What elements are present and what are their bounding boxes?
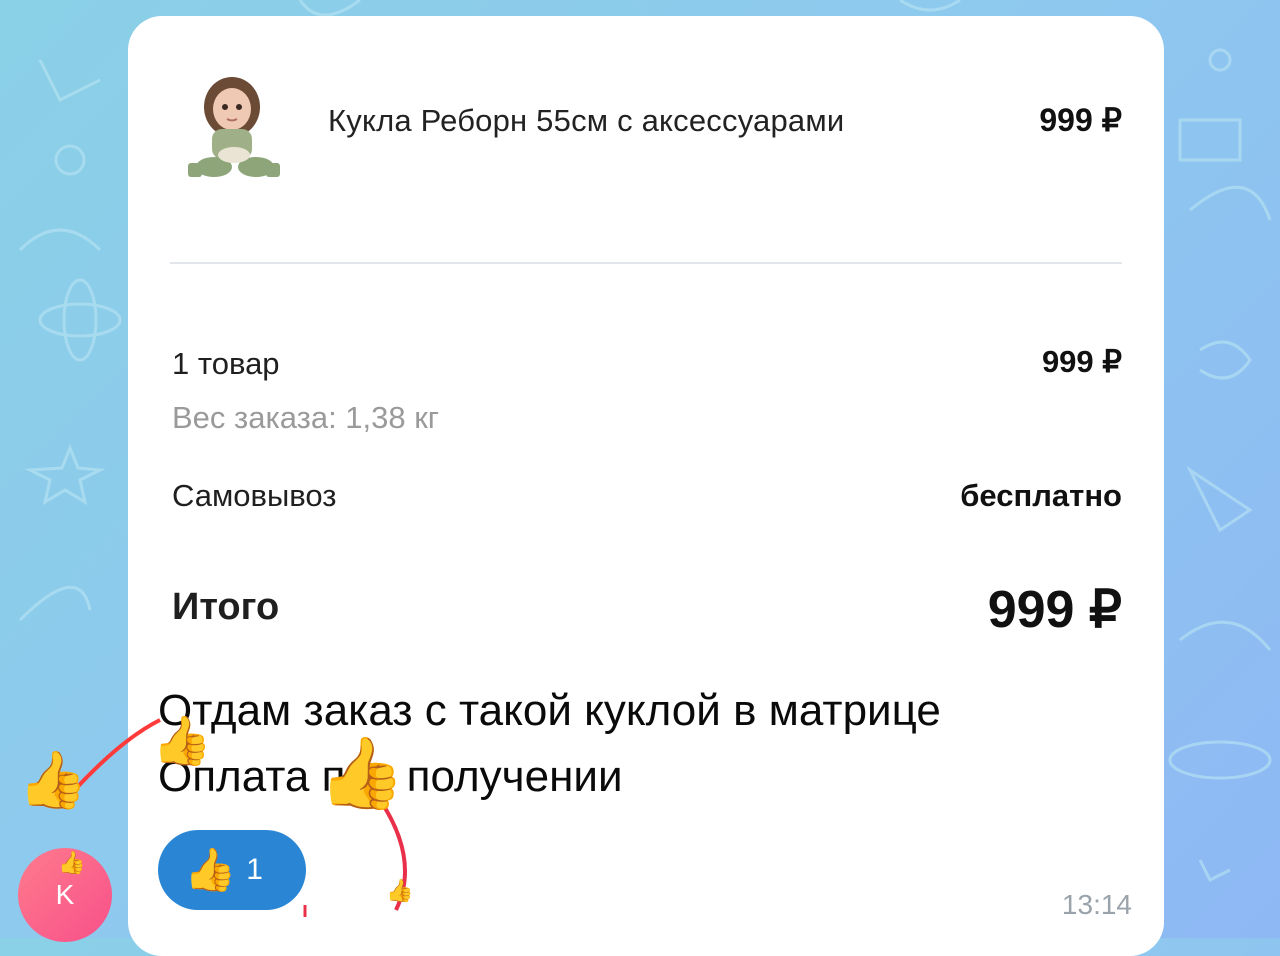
divider	[170, 262, 1122, 264]
thumbs-up-icon: 👍	[184, 846, 237, 893]
order-item-row[interactable]: Кукла Реборн 55см с аксессуарами 999 ₽	[128, 71, 1164, 201]
message-bubble[interactable]: Кукла Реборн 55см с аксессуарами 999 ₽ 1…	[128, 16, 1164, 956]
total-label: Итого	[172, 586, 280, 628]
thumbs-up-sticker-icon: 👍	[318, 734, 406, 812]
avatar-initial: K	[55, 879, 75, 910]
product-name: Кукла Реборн 55см с аксессуарами	[328, 103, 845, 138]
reaction-count: 1	[246, 853, 263, 886]
thumbs-up-sticker-icon: 👍	[152, 715, 212, 768]
thumbs-up-sticker-icon: 👍	[58, 850, 86, 875]
doll-product-image	[188, 77, 280, 177]
items-count-label: 1 товар	[172, 346, 280, 381]
message-time: 13:14	[1061, 889, 1132, 920]
message-text-line-1: Отдам заказ с такой куклой в матрице	[158, 686, 941, 735]
thumbs-up-sticker-icon: 👍	[18, 748, 88, 811]
product-price: 999 ₽	[1039, 102, 1122, 138]
items-subtotal: 999 ₽	[1041, 344, 1122, 379]
total-value: 999 ₽	[987, 581, 1122, 639]
delivery-label: Самовывоз	[172, 478, 337, 513]
order-weight: Вес заказа: 1,38 кг	[172, 400, 440, 435]
thumbs-up-sticker-icon: 👍	[386, 878, 414, 903]
thumbs-up-reaction-button[interactable]: 👍 1	[158, 830, 306, 910]
delivery-value: бесплатно	[960, 478, 1122, 513]
